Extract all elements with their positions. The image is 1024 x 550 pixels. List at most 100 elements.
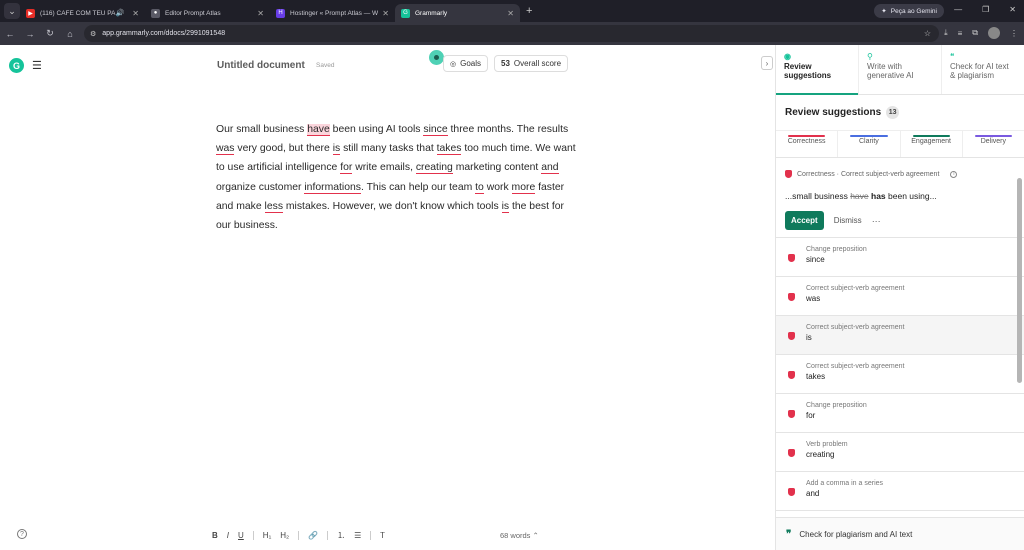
accept-button[interactable]: Accept xyxy=(785,211,824,230)
collapse-panel-button[interactable]: › xyxy=(761,56,773,70)
flagged-word[interactable]: to xyxy=(475,181,484,194)
overall-score-button[interactable]: 53 Overall score xyxy=(494,55,569,72)
maximize-icon[interactable]: ❐ xyxy=(982,5,989,14)
category-correctness[interactable]: Correctness xyxy=(776,131,839,157)
toolbar-divider xyxy=(298,531,300,540)
tab-close-icon[interactable]: ✕ xyxy=(507,9,514,18)
ask-gemini-button[interactable]: ✦ Peça ao Gemini xyxy=(874,4,944,18)
back-icon[interactable]: ← xyxy=(0,29,20,39)
media-controls-icon[interactable]: ≡ xyxy=(958,29,963,38)
flagged-word[interactable]: since xyxy=(423,124,448,136)
toolbar-divider xyxy=(327,531,329,540)
tab-ai-plagiarism[interactable]: ❝ Check for AI text & plagiarism xyxy=(942,45,1024,94)
flagged-word[interactable]: is xyxy=(501,200,510,213)
tab-generative-ai[interactable]: ⚲ Write with generative AI xyxy=(859,45,942,94)
reload-icon[interactable]: ↻ xyxy=(40,28,60,39)
dismiss-button[interactable]: Dismiss xyxy=(834,216,862,225)
tab-close-icon[interactable]: ✕ xyxy=(382,9,389,18)
preview-old-word: have xyxy=(850,191,869,201)
category-engagement[interactable]: Engagement xyxy=(901,131,963,157)
site-info-icon[interactable]: ⚙ xyxy=(90,30,96,38)
plagiarism-check-button[interactable]: ❞ Check for plagiarism and AI text xyxy=(776,517,1024,550)
flagged-word[interactable]: informations xyxy=(304,181,361,194)
flagged-word[interactable]: less xyxy=(264,200,284,213)
tab-search-icon[interactable]: ⌄ xyxy=(4,3,20,19)
tab-title: Grammarly xyxy=(415,9,448,17)
category-clarity[interactable]: Clarity xyxy=(838,131,901,157)
numbered-list-icon[interactable]: ⒈ xyxy=(337,530,345,541)
flagged-word[interactable]: and xyxy=(541,162,559,175)
correctness-shield-icon xyxy=(788,332,795,340)
tab-review-suggestions[interactable]: ◉ Review suggestions xyxy=(776,45,859,95)
goals-button[interactable]: ◎ Goals xyxy=(443,55,489,72)
browser-tab-grammarly[interactable]: G Grammarly ✕ xyxy=(395,4,520,22)
panel-scrollbar[interactable] xyxy=(1017,170,1022,515)
italic-icon[interactable]: I xyxy=(227,531,229,540)
suggestion-item[interactable]: Correct subject-verb agreement takes xyxy=(776,355,1024,394)
text-run: been using AI tools xyxy=(329,124,424,135)
bulleted-list-icon[interactable]: ☰ xyxy=(354,531,361,540)
browser-tab-editor[interactable]: ● Editor Prompt Atlas ✕ xyxy=(145,4,270,22)
flagged-word[interactable]: have xyxy=(307,124,330,136)
flagged-word[interactable]: creating xyxy=(415,162,453,175)
browser-menu-icon[interactable]: ⋮ xyxy=(1010,29,1018,38)
flagged-word[interactable]: for xyxy=(340,162,353,175)
heading2-icon[interactable]: H₂ xyxy=(280,531,289,540)
text-run: organize customer xyxy=(216,181,305,193)
suggestion-type: Change preposition xyxy=(806,246,867,253)
speaker-icon[interactable]: 🔊 xyxy=(116,9,125,17)
text-run: still many tasks that xyxy=(340,143,437,155)
suggestion-type: Correct subject-verb agreement xyxy=(806,324,905,331)
correctness-shield-icon xyxy=(788,254,795,262)
flagged-word[interactable]: was xyxy=(216,143,235,156)
document-menu-icon[interactable]: ☰ xyxy=(32,59,42,72)
document-body[interactable]: Our small business have been using AI to… xyxy=(216,120,576,235)
suggestion-item[interactable]: Correct subject-verb agreement was xyxy=(776,277,1024,316)
close-window-icon[interactable]: ✕ xyxy=(1009,5,1016,14)
more-options-icon[interactable]: ··· xyxy=(872,216,881,226)
window-controls: — ❐ ✕ xyxy=(954,5,1016,14)
suggestion-item[interactable]: Change preposition for xyxy=(776,394,1024,433)
suggestion-item[interactable]: Correct subject-verb agreement is xyxy=(776,316,1024,355)
category-bar xyxy=(788,135,826,137)
expanded-suggestion-card[interactable]: Correctness · Correct subject-verb agree… xyxy=(776,158,1024,238)
suggestion-item[interactable]: Change preposition since xyxy=(776,238,1024,277)
clear-formatting-icon[interactable]: Ꭲ xyxy=(380,531,385,541)
profile-avatar[interactable] xyxy=(988,27,1000,39)
tab-close-icon[interactable]: ✕ xyxy=(257,9,264,18)
minimize-icon[interactable]: — xyxy=(954,5,962,14)
extensions-icon[interactable]: ⧉ xyxy=(972,28,978,38)
download-icon[interactable]: ⤓ xyxy=(944,28,948,38)
panel-heading-text: Review suggestions xyxy=(785,107,882,118)
suggestion-item[interactable]: Add a comma in a series and xyxy=(776,472,1024,511)
flagged-word[interactable]: more xyxy=(511,181,536,194)
category-label: Clarity xyxy=(858,138,879,145)
heading1-icon[interactable]: H₁ xyxy=(263,531,271,540)
word-count-button[interactable]: 68 words ⌃ xyxy=(500,531,539,540)
browser-tab-youtube[interactable]: ▶ (116) CAFÉ COM TEU PAI « 🔊 ✕ xyxy=(20,4,145,22)
bookmark-star-icon[interactable]: ☆ xyxy=(924,29,931,38)
document-title[interactable]: Untitled document xyxy=(217,60,305,71)
help-icon[interactable]: ? xyxy=(17,529,27,539)
forward-icon[interactable]: → xyxy=(20,29,40,39)
word-count-text: 68 words xyxy=(500,531,531,540)
home-icon[interactable]: ⌂ xyxy=(60,29,80,39)
underline-icon[interactable]: U xyxy=(238,531,244,540)
browser-tab-hostinger[interactable]: H Hostinger « Prompt Atlas — Wo ✕ xyxy=(270,4,395,22)
flagged-word[interactable]: takes xyxy=(436,143,462,156)
scrollbar-thumb[interactable] xyxy=(1017,178,1022,383)
link-icon[interactable]: 🔗 xyxy=(308,531,318,540)
grammarly-logo-icon[interactable]: G xyxy=(9,58,24,73)
address-bar[interactable]: ⚙ app.grammarly.com/ddocs/2991091548 ☆ xyxy=(84,25,939,42)
category-delivery[interactable]: Delivery xyxy=(963,131,1024,157)
assistant-status-icon[interactable] xyxy=(429,50,444,65)
suggestion-word: since xyxy=(806,255,825,264)
tab-close-icon[interactable]: ✕ xyxy=(132,9,139,18)
suggestion-item[interactable]: Verb problem creating xyxy=(776,433,1024,472)
info-icon[interactable]: i xyxy=(950,170,958,178)
pin-icon: ⚲ xyxy=(867,52,873,61)
text-run: write emails, xyxy=(352,162,416,174)
suggestion-actions: Accept Dismiss ··· xyxy=(785,211,1014,230)
bold-icon[interactable]: B xyxy=(212,531,218,540)
new-tab-icon[interactable]: + xyxy=(526,5,532,17)
